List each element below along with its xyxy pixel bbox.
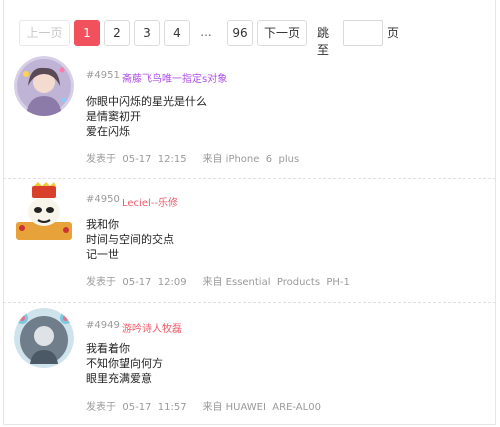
page-3-button[interactable]: 3 (134, 20, 160, 46)
pagination-ellipsis: ... (194, 20, 218, 44)
comment-text-line: 眼里充满爱意 (86, 372, 152, 385)
comment-meta: 发表于 05-17 11:57 来自 HUAWEI ARE-AL00 (86, 402, 321, 413)
jump-label: 跳至 (317, 26, 330, 57)
floor-number: #4950 (86, 194, 120, 205)
username-link[interactable]: 斋藤飞鸟唯一指定s对象 (122, 70, 227, 85)
comment-text-line: 我看着你 (86, 342, 130, 355)
username-link[interactable]: 游吟诗人牧磊 (122, 320, 182, 335)
comment-text-line: 时间与空间的交点 (86, 233, 174, 246)
avatar[interactable] (14, 182, 74, 242)
floor-number: #4949 (86, 320, 120, 331)
jump-page-input[interactable] (343, 20, 383, 46)
floor-number: #4951 (86, 70, 120, 81)
page-unit-label: 页 (387, 26, 400, 40)
last-page-button[interactable]: 96 (227, 20, 253, 46)
avatar[interactable] (14, 308, 74, 368)
comment-text-line: 记一世 (86, 248, 119, 261)
username-link[interactable]: Leciel--乐修 (122, 194, 178, 209)
comment-divider (3, 178, 496, 179)
page-1-button[interactable]: 1 (74, 20, 100, 46)
page-4-button[interactable]: 4 (164, 20, 190, 46)
comment-text-line: 我和你 (86, 218, 119, 231)
avatar[interactable] (14, 56, 74, 116)
page-2-button[interactable]: 2 (104, 20, 130, 46)
comment-panel (3, 0, 496, 425)
comment-meta: 发表于 05-17 12:15 来自 iPhone 6 plus (86, 154, 300, 165)
comment-text-line: 不知你望向何方 (86, 357, 163, 370)
comment-meta: 发表于 05-17 12:09 来自 Essential Products PH… (86, 277, 350, 288)
comment-text-line: 爱在闪烁 (86, 125, 130, 138)
prev-page-button[interactable]: 上一页 (19, 20, 70, 46)
next-page-button[interactable]: 下一页 (257, 20, 307, 46)
comment-text-line: 你眼中闪烁的星光是什么 (86, 95, 207, 108)
comment-divider (3, 302, 496, 303)
comment-text-line: 是情窦初开 (86, 110, 141, 123)
